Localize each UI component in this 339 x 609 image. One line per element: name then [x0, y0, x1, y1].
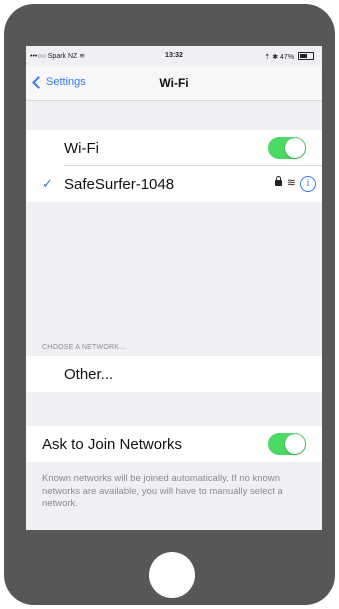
info-icon[interactable]: i [300, 176, 316, 192]
page-title: Wi-Fi [159, 76, 189, 90]
battery-fill [300, 54, 307, 58]
wifi-signal-icon: ≋ [286, 177, 296, 189]
other-group: Other... [26, 356, 322, 392]
wifi-label: Wi-Fi [64, 139, 99, 157]
ask-to-join-row: Ask to Join Networks [26, 426, 322, 462]
ask-to-join-label: Ask to Join Networks [42, 435, 183, 453]
toggle-knob [285, 138, 305, 158]
phone-frame: •••○○ Spark NZ ≋ 13:32 ⇡ ✱ 47% Settings … [4, 4, 335, 605]
choose-network-header: CHOOSE A NETWORK... [42, 344, 126, 351]
home-button[interactable] [149, 552, 195, 598]
phone-screen: •••○○ Spark NZ ≋ 13:32 ⇡ ✱ 47% Settings … [26, 46, 322, 530]
battery-icon [298, 52, 314, 60]
status-bar: •••○○ Spark NZ ≋ 13:32 ⇡ ✱ 47% [26, 46, 322, 66]
checkmark-icon: ✓ [42, 176, 53, 191]
status-right: ⇡ ✱ 47% [264, 52, 314, 61]
ask-to-join-toggle[interactable] [268, 433, 306, 455]
wifi-row: Wi-Fi [26, 130, 322, 166]
toggle-knob [285, 434, 305, 454]
other-network-row[interactable]: Other... [26, 356, 322, 392]
lock-icon [275, 176, 282, 186]
status-right-text: ⇡ ✱ 47% [264, 54, 295, 61]
other-label: Other... [64, 365, 114, 383]
ask-to-join-group: Ask to Join Networks [26, 426, 322, 462]
wifi-group: Wi-Fi ✓ SafeSurfer-1048 ≋ i [26, 130, 322, 202]
wifi-toggle[interactable] [268, 137, 306, 159]
ask-to-join-description: Known networks will be joined automatica… [42, 473, 283, 509]
connected-network-row[interactable]: ✓ SafeSurfer-1048 ≋ i [26, 166, 322, 202]
navigation-bar: Settings Wi-Fi [26, 66, 322, 101]
